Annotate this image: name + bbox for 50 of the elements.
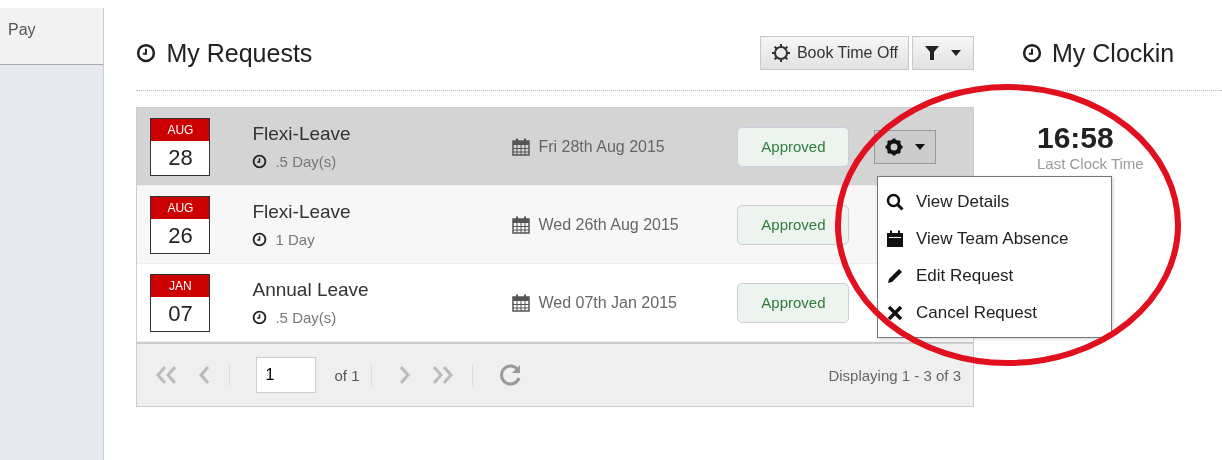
gear-icon [770, 43, 791, 63]
duration-text: 1 Day [275, 231, 315, 248]
search-icon [886, 192, 904, 211]
menu-item[interactable]: Edit Request [916, 265, 1014, 286]
status-badge: Approved [737, 282, 850, 323]
leave-type: Annual Leave [252, 279, 370, 301]
calendar-icon [512, 215, 531, 234]
leave-type: Flexi-Leave [252, 201, 352, 223]
leave-type: Flexi-Leave [252, 123, 352, 145]
gear-icon [885, 137, 904, 156]
calendar-icon [512, 137, 531, 156]
clock-caption: Last Clock Time [1037, 155, 1145, 172]
filter-dropdown-button[interactable] [912, 36, 974, 70]
clock-icon [252, 310, 268, 325]
status-badge: Approved [737, 126, 850, 167]
filter-icon [925, 45, 939, 61]
menu-item[interactable]: Cancel Request [916, 302, 1037, 323]
pencil-icon [886, 266, 904, 285]
clock-icon [1022, 43, 1042, 63]
date-text: Fri 28th Aug 2015 [538, 137, 665, 156]
duration-text: .5 Day(s) [275, 153, 337, 170]
next-page-icon[interactable] [398, 364, 413, 386]
duration-text: .5 Day(s) [275, 309, 337, 326]
caret-icon [951, 50, 961, 56]
date-tile: AUG 26 [150, 195, 211, 254]
date-text: Wed 26th Aug 2015 [538, 215, 679, 234]
close-icon [886, 303, 904, 322]
last-page-icon[interactable] [430, 364, 455, 386]
calendar-icon [512, 293, 531, 312]
page-number-field[interactable]: 1 [256, 357, 317, 393]
date-text: Wed 07th Jan 2015 [538, 293, 677, 312]
date-tile: AUG 28 [150, 117, 211, 176]
clock-icon [252, 232, 268, 247]
calendar-icon [886, 229, 904, 248]
date-tile: JAN 07 [150, 273, 211, 332]
section-title: My Requests [166, 38, 313, 68]
page-count-text: of 1 [334, 366, 360, 384]
status-badge: Approved [737, 204, 850, 245]
clock-time: 16:58 [1037, 121, 1115, 155]
section-title: My Clockin [1052, 38, 1175, 68]
display-count-text: Displaying 1 - 3 of 3 [828, 366, 961, 384]
clock-icon [136, 43, 157, 63]
menu-item[interactable]: View Details [916, 191, 1010, 212]
menu-item[interactable]: View Team Absence [916, 228, 1069, 249]
clock-icon [252, 154, 268, 169]
previous-page-icon[interactable] [197, 364, 212, 386]
caret-icon [915, 143, 926, 150]
book-time-off-button[interactable]: Book Time Off [759, 36, 909, 70]
actions-menu-button[interactable] [874, 129, 937, 164]
sidebar-item[interactable]: Pay [0, 8, 104, 65]
